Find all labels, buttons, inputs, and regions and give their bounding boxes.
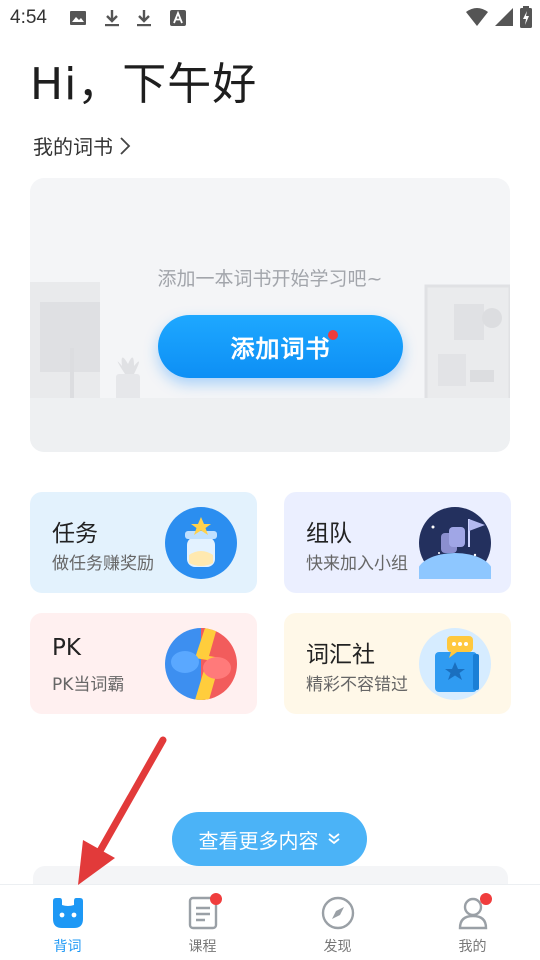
- tile-title: 词汇社: [306, 642, 375, 668]
- status-bar: 4:54: [0, 0, 540, 36]
- compass-icon: [321, 896, 354, 930]
- club-tile[interactable]: 词汇社 精彩不容错过: [284, 613, 511, 714]
- tile-subtitle: PK当词霸: [52, 675, 125, 695]
- task-tile[interactable]: 任务 做任务赚奖励: [30, 492, 257, 593]
- add-book-card: 添加一本词书开始学习吧~ 添加词书: [30, 178, 510, 452]
- new-badge-dot: [328, 330, 338, 340]
- nav-label: 背词: [53, 939, 82, 955]
- nav-item-vocab[interactable]: 背词: [0, 885, 135, 960]
- add-book-hint: 添加一本词书开始学习吧~: [157, 268, 383, 290]
- add-book-button[interactable]: 添加词书: [158, 315, 403, 378]
- double-chevron-down-icon: [327, 833, 340, 845]
- wifi-icon: [466, 8, 488, 26]
- download-notification-icon-2: [137, 10, 151, 27]
- nav-label: 课程: [188, 939, 217, 955]
- view-more-button[interactable]: 查看更多内容: [172, 812, 367, 866]
- pk-boxing-icon: [165, 628, 237, 700]
- tile-subtitle: 精彩不容错过: [306, 675, 408, 695]
- my-books-link[interactable]: 我的词书: [33, 131, 131, 160]
- nav-item-discover[interactable]: 发现: [270, 885, 405, 960]
- status-time: 4:54: [10, 7, 47, 28]
- app-notification-icon: [170, 10, 186, 26]
- my-books-label: 我的词书: [33, 135, 113, 159]
- chevron-right-icon: [120, 136, 131, 155]
- team-planet-icon: [419, 507, 491, 579]
- image-notification-icon: [70, 11, 86, 25]
- vocab-icon: [52, 898, 83, 928]
- team-tile[interactable]: 组队 快来加入小组: [284, 492, 511, 593]
- add-book-label: 添加词书: [230, 335, 331, 363]
- pk-tile[interactable]: PK PK当词霸: [30, 613, 257, 714]
- tile-title: 任务: [52, 521, 98, 547]
- tile-title: 组队: [306, 521, 352, 547]
- tile-subtitle: 做任务赚奖励: [52, 554, 154, 574]
- bottom-nav: 背词 课程 发现 我的: [0, 884, 540, 960]
- nav-item-profile[interactable]: 我的: [405, 885, 540, 960]
- signal-icon: [495, 8, 513, 26]
- battery-icon: [520, 6, 532, 28]
- download-notification-icon: [105, 10, 119, 27]
- view-more-label: 查看更多内容: [198, 828, 319, 853]
- nav-label: 发现: [323, 939, 352, 955]
- nav-label: 我的: [458, 939, 487, 955]
- courses-badge-dot: [210, 893, 222, 905]
- system-icons: [466, 6, 532, 28]
- greeting-title: Hi，下午好: [30, 59, 258, 110]
- tile-title: PK: [52, 635, 81, 661]
- tile-subtitle: 快来加入小组: [306, 554, 408, 574]
- task-jar-icon: [165, 507, 237, 579]
- club-book-icon: [419, 628, 491, 700]
- nav-item-courses[interactable]: 课程: [135, 885, 270, 960]
- profile-badge-dot: [480, 893, 492, 905]
